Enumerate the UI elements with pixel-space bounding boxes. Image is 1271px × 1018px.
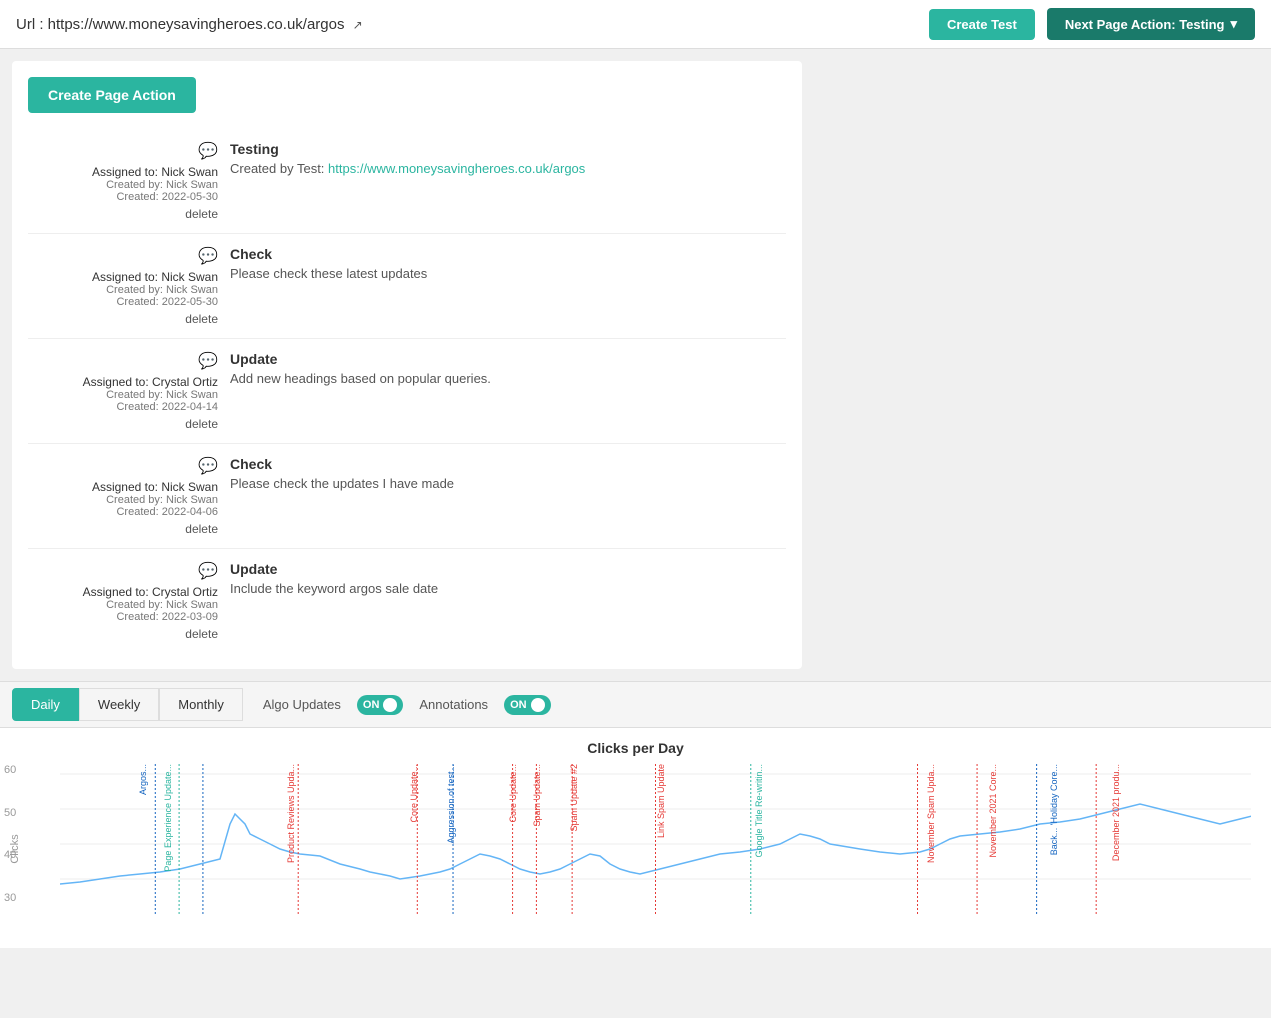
assigned-to: Assigned to: Nick Swan — [28, 480, 218, 494]
delete-link[interactable]: delete — [28, 627, 218, 641]
chart-tabs-row: Daily Weekly Monthly Algo Updates ON Ann… — [0, 682, 1271, 728]
annotations-toggle[interactable]: ON — [504, 695, 551, 715]
action-title: Testing — [230, 141, 786, 157]
tab-weekly[interactable]: Weekly — [79, 688, 159, 721]
action-desc: Please check these latest updates — [230, 266, 786, 281]
right-panel — [802, 61, 1259, 669]
action-meta: 💬 Assigned to: Crystal OrtizCreated by: N… — [28, 561, 218, 641]
action-desc: Created by Test: https://www.moneysaving… — [230, 161, 786, 176]
action-content: Testing Created by Test: https://www.mone… — [230, 141, 786, 221]
created-by: Created by: Nick Swan — [28, 494, 218, 506]
created-date: Created: 2022-04-14 — [28, 401, 218, 413]
action-content: Update Include the keyword argos sale dat… — [230, 561, 786, 641]
toggle-knob — [383, 698, 397, 712]
created-by: Created by: Nick Swan — [28, 284, 218, 296]
created-date: Created: 2022-03-09 — [28, 611, 218, 623]
create-test-button[interactable]: Create Test — [929, 9, 1035, 40]
assigned-to: Assigned to: Crystal Ortiz — [28, 585, 218, 599]
created-date: Created: 2022-05-30 — [28, 296, 218, 308]
action-row: 💬 Assigned to: Nick SwanCreated by: Nick … — [28, 129, 786, 234]
tab-daily[interactable]: Daily — [12, 688, 79, 721]
chart-title: Clicks per Day — [0, 740, 1271, 756]
page-url: Url : https://www.moneysavingheroes.co.u… — [16, 16, 917, 33]
action-title: Check — [230, 456, 786, 472]
algo-updates-label: Algo Updates — [263, 697, 341, 712]
action-meta: 💬 Assigned to: Nick SwanCreated by: Nick … — [28, 141, 218, 221]
action-row: 💬 Assigned to: Crystal OrtizCreated by: N… — [28, 339, 786, 444]
comment-icon: 💬 — [28, 351, 218, 371]
chart-container: Clicks per Day 60 50 40 30 Clicks — [0, 728, 1271, 948]
created-by: Created by: Nick Swan — [28, 389, 218, 401]
action-title: Check — [230, 246, 786, 262]
comment-icon: 💬 — [28, 141, 218, 161]
action-desc: Include the keyword argos sale date — [230, 581, 786, 596]
chart-svg — [60, 764, 1251, 914]
annotations-label: Annotations — [419, 697, 488, 712]
created-by: Created by: Nick Swan — [28, 599, 218, 611]
tab-monthly[interactable]: Monthly — [159, 688, 243, 721]
action-desc: Please check the updates I have made — [230, 476, 786, 491]
action-content: Update Add new headings based on popular … — [230, 351, 786, 431]
action-title: Update — [230, 561, 786, 577]
action-row: 💬 Assigned to: Crystal OrtizCreated by: N… — [28, 549, 786, 653]
created-by: Created by: Nick Swan — [28, 179, 218, 191]
created-date: Created: 2022-05-30 — [28, 191, 218, 203]
action-content: Check Please check these latest updates — [230, 246, 786, 326]
created-date: Created: 2022-04-06 — [28, 506, 218, 518]
assigned-to: Assigned to: Nick Swan — [28, 270, 218, 284]
chart-area: Daily Weekly Monthly Algo Updates ON Ann… — [0, 681, 1271, 948]
action-desc: Add new headings based on popular querie… — [230, 371, 786, 386]
assigned-to: Assigned to: Crystal Ortiz — [28, 375, 218, 389]
action-content: Check Please check the updates I have mad… — [230, 456, 786, 536]
main-content: Create Page Action 💬 Assigned to: Nick Sw… — [0, 49, 1271, 681]
next-page-action-button[interactable]: Next Page Action: Testing ▾ — [1047, 8, 1255, 40]
chart-toggles: Algo Updates ON Annotations ON — [263, 695, 551, 715]
action-title: Update — [230, 351, 786, 367]
toggle-knob-2 — [531, 698, 545, 712]
delete-link[interactable]: delete — [28, 417, 218, 431]
comment-icon: 💬 — [28, 456, 218, 476]
comment-icon: 💬 — [28, 561, 218, 581]
delete-link[interactable]: delete — [28, 312, 218, 326]
delete-link[interactable]: delete — [28, 207, 218, 221]
create-page-action-button[interactable]: Create Page Action — [28, 77, 196, 113]
page-header: Url : https://www.moneysavingheroes.co.u… — [0, 0, 1271, 49]
action-link[interactable]: https://www.moneysavingheroes.co.uk/argo… — [328, 161, 585, 176]
action-meta: 💬 Assigned to: Nick SwanCreated by: Nick … — [28, 246, 218, 326]
action-meta: 💬 Assigned to: Nick SwanCreated by: Nick … — [28, 456, 218, 536]
action-row: 💬 Assigned to: Nick SwanCreated by: Nick … — [28, 444, 786, 549]
y-axis-side-label: Clicks — [9, 834, 21, 864]
algo-updates-toggle[interactable]: ON — [357, 695, 404, 715]
actions-panel: Create Page Action 💬 Assigned to: Nick Sw… — [12, 61, 802, 669]
external-link-icon: ↗ — [353, 18, 363, 32]
delete-link[interactable]: delete — [28, 522, 218, 536]
chevron-down-icon: ▾ — [1230, 16, 1237, 32]
assigned-to: Assigned to: Nick Swan — [28, 165, 218, 179]
action-list: 💬Assigned to: Nick SwanCreated by: Nick … — [28, 129, 786, 653]
action-row: 💬 Assigned to: Nick SwanCreated by: Nick … — [28, 234, 786, 339]
action-meta: 💬 Assigned to: Crystal OrtizCreated by: N… — [28, 351, 218, 431]
comment-icon: 💬 — [28, 246, 218, 266]
